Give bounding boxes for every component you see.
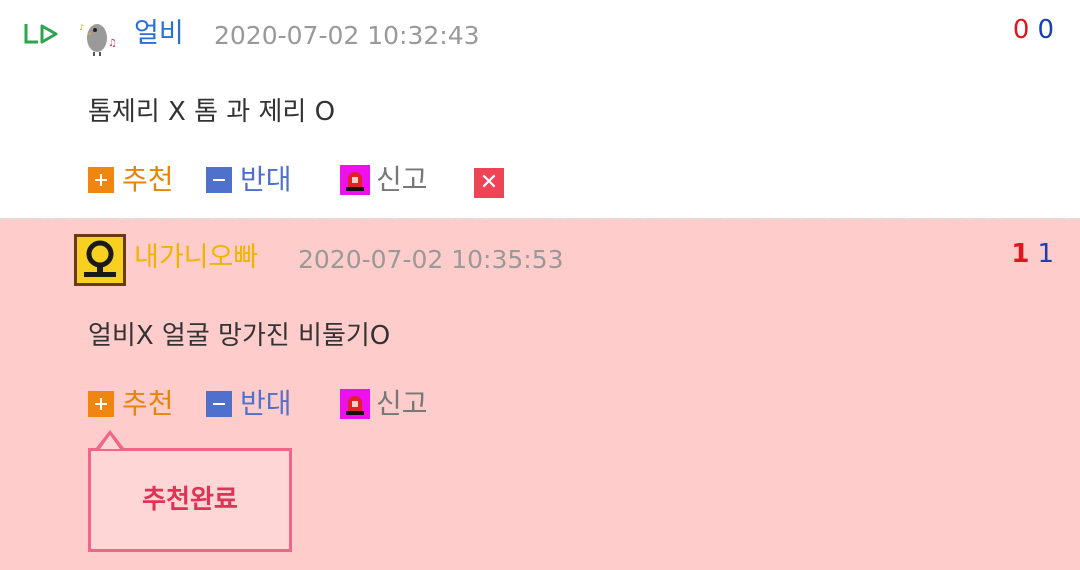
tooltip-arrow-inner bbox=[100, 435, 120, 449]
comment-datetime: 2020-07-02 10:32:43 bbox=[214, 21, 480, 50]
comment-nickname[interactable]: 내가니오빠 bbox=[134, 242, 258, 274]
recommend-button[interactable]: 추천 bbox=[88, 164, 174, 196]
reply-arrow-icon bbox=[22, 20, 62, 54]
avatar[interactable] bbox=[74, 234, 126, 290]
oppose-button[interactable]: 반대 bbox=[206, 388, 292, 420]
minus-icon bbox=[206, 391, 232, 417]
report-button[interactable]: 신고 bbox=[340, 388, 428, 420]
comment-text: 톰제리 X 톰 과 제리 O bbox=[88, 97, 336, 127]
siren-icon bbox=[340, 389, 370, 419]
comment-item: ♫ ♪ 얼비 2020-07-02 10:32:43 00 톰제리 X 톰 과 … bbox=[0, 0, 1080, 218]
plus-icon bbox=[88, 167, 114, 193]
recommend-label: 추천 bbox=[122, 163, 174, 196]
svg-text:♪: ♪ bbox=[79, 23, 84, 32]
recommend-button[interactable]: 추천 bbox=[88, 388, 174, 420]
downvote-count: 0 bbox=[1037, 15, 1054, 45]
oppose-button[interactable]: 반대 bbox=[206, 164, 292, 196]
vote-counts: 11 bbox=[1011, 238, 1054, 270]
recommend-complete-tooltip: 추천완료 bbox=[88, 448, 292, 552]
siren-icon bbox=[340, 165, 370, 195]
comment-item: 내가니오빠 2020-07-02 10:35:53 11 얼비X 얼굴 망가진 … bbox=[0, 218, 1080, 570]
vote-counts: 00 bbox=[1013, 14, 1054, 46]
comment-nickname[interactable]: 얼비 bbox=[134, 18, 184, 50]
recommend-label: 추천 bbox=[122, 387, 174, 420]
comment-text: 얼비X 얼굴 망가진 비둘기O bbox=[88, 321, 391, 351]
upvote-count: 0 bbox=[1012, 15, 1030, 45]
minus-icon bbox=[206, 167, 232, 193]
avatar[interactable]: ♫ ♪ bbox=[78, 16, 120, 62]
report-button[interactable]: 신고 bbox=[340, 164, 428, 196]
upvote-count: 1 bbox=[1011, 239, 1030, 269]
oppose-label: 반대 bbox=[240, 387, 292, 420]
report-label: 신고 bbox=[376, 163, 428, 196]
svg-text:♫: ♫ bbox=[108, 38, 117, 49]
plus-icon bbox=[88, 391, 114, 417]
report-label: 신고 bbox=[376, 387, 428, 420]
comment-datetime: 2020-07-02 10:35:53 bbox=[298, 245, 564, 274]
close-icon[interactable]: ✕ bbox=[474, 168, 504, 198]
downvote-count: 1 bbox=[1037, 239, 1054, 269]
oppose-label: 반대 bbox=[240, 163, 292, 196]
